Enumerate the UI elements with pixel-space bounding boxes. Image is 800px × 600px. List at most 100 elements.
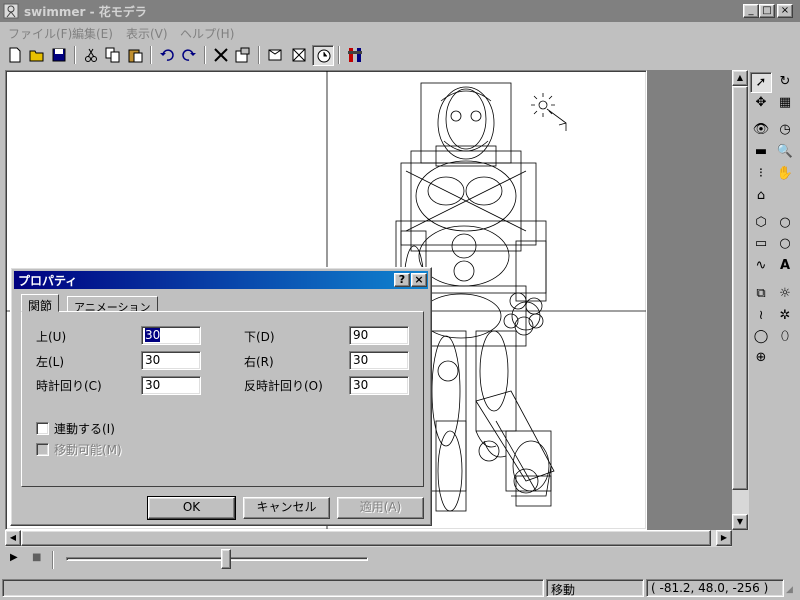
dialog-close-button[interactable]: × (411, 273, 427, 287)
horizontal-scrollbar[interactable]: ◀ ▶ (5, 530, 732, 547)
rotate-button[interactable]: ↻ (774, 72, 796, 93)
eye-button[interactable]: 👁 (750, 120, 772, 141)
zoom-button[interactable]: 🔍 (774, 142, 796, 163)
menu-edit[interactable]: 編集(E) (72, 25, 113, 42)
camera-icon: ⧉ (756, 286, 766, 301)
movable-checkbox (36, 443, 49, 456)
right-label: 右(R) (244, 355, 274, 369)
text-button[interactable]: A (774, 256, 796, 277)
joint-button[interactable]: ⁝ (750, 164, 772, 185)
tool-palette: ➚ ↻ ✥ ▦ 👁 ◷ ▬ 🔍 ⁝ ✋ ⌂ ⬡ ○ ▭ ○ ∿ A ⧉ ☼ ≀ … (750, 70, 800, 540)
circle-alt-button[interactable]: ○ (774, 234, 796, 255)
new-file-button[interactable] (4, 45, 26, 66)
text-icon: A (779, 258, 791, 273)
menu-help[interactable]: ヘルプ(H) (180, 25, 234, 42)
menu-file[interactable]: ファイル(F) (8, 25, 72, 42)
open-folder-icon (29, 50, 44, 62)
status-bar: 移動 ( -81.2, 48.0, -256 ) ◢ (0, 577, 800, 599)
cube-icon: ⬡ (755, 215, 767, 230)
hand-icon: ✋ (776, 166, 794, 181)
camera-button[interactable]: ⧉ (750, 284, 772, 305)
grid-icon: ▦ (778, 95, 792, 110)
right-input[interactable]: 30 (349, 351, 409, 370)
maximize-button[interactable]: □ (759, 4, 775, 18)
select-arrow-button[interactable]: ➚ (750, 72, 772, 93)
left-input[interactable]: 30 (141, 351, 201, 370)
ground-icon: ▬ (754, 144, 768, 159)
sun-icon: ☼ (779, 286, 791, 301)
open-button[interactable] (26, 45, 48, 66)
apply-button: 適用(A) (337, 497, 424, 519)
up-label: 上(U) (36, 330, 67, 344)
dialog-titlebar[interactable]: プロパティ ? × (14, 271, 428, 289)
status-message (2, 579, 544, 597)
rotate-icon: ↻ (779, 74, 791, 89)
ground-button[interactable]: ▬ (750, 142, 772, 163)
scroll-left-button[interactable]: ◀ (5, 530, 21, 546)
view-front-button[interactable] (264, 45, 286, 66)
ok-button[interactable]: OK (147, 496, 236, 520)
menu-view[interactable]: 表示(V) (126, 25, 168, 42)
view-frame-button[interactable] (288, 45, 310, 66)
save-button[interactable] (48, 45, 70, 66)
status-coords: ( -81.2, 48.0, -256 ) (646, 579, 784, 597)
clockwise-input[interactable]: 30 (141, 376, 201, 395)
resize-grip-icon[interactable]: ◢ (786, 585, 793, 595)
play-icon[interactable]: ▶ (10, 552, 18, 563)
ellipse-button[interactable]: ⬯ (774, 327, 796, 348)
sphere-button[interactable]: ◯ (750, 327, 772, 348)
cut-button[interactable] (80, 45, 102, 66)
rectangle-button[interactable]: ▭ (750, 234, 772, 255)
save-icon (52, 48, 66, 62)
spread-button[interactable]: ✲ (774, 306, 796, 327)
compass-icon: ◷ (779, 122, 791, 137)
clockwise-label: 時計回り(C) (36, 379, 102, 393)
tools-button[interactable] (344, 45, 366, 66)
tab-joint[interactable]: 関節 (21, 294, 60, 313)
timeline-slider-thumb[interactable] (221, 549, 232, 569)
circle-button[interactable]: ○ (774, 213, 796, 234)
cube-button[interactable]: ⬡ (750, 213, 772, 234)
curve-button[interactable]: ∿ (750, 256, 772, 277)
stop-icon[interactable]: ■ (32, 552, 41, 563)
add-button[interactable]: ⊕ (750, 348, 772, 369)
vertical-scrollbar[interactable]: ▲ ▼ (732, 70, 749, 530)
move-button[interactable]: ✥ (750, 93, 772, 114)
paste-button[interactable] (124, 45, 146, 66)
spread-icon: ✲ (779, 308, 791, 323)
light-button[interactable]: ☼ (774, 284, 796, 305)
link-checkbox[interactable] (36, 422, 49, 435)
app-icon (3, 3, 19, 19)
clock-button[interactable] (312, 45, 334, 66)
dialog-help-button[interactable]: ? (394, 273, 410, 287)
scroll-down-button[interactable]: ▼ (732, 514, 748, 530)
close-button[interactable]: × (777, 4, 793, 18)
down-input[interactable]: 90 (349, 326, 409, 345)
home-button[interactable]: ⌂ (750, 186, 772, 207)
tab-animation[interactable]: アニメーション (67, 296, 158, 314)
spring-icon: ≀ (758, 308, 764, 323)
timeline-slider-track[interactable] (66, 557, 368, 561)
window-titlebar[interactable]: swimmer - 花モデラ _ □ × (0, 0, 800, 22)
up-input[interactable]: 30 (141, 326, 201, 345)
delete-x-icon (214, 48, 228, 62)
undo-button[interactable] (156, 45, 178, 66)
copy-button[interactable] (102, 45, 124, 66)
undo-icon (160, 49, 174, 61)
delete-button[interactable] (210, 45, 232, 66)
pan-button[interactable]: ✋ (774, 164, 796, 185)
properties-button[interactable] (232, 45, 254, 66)
grid-button[interactable]: ▦ (774, 93, 796, 114)
vertical-scroll-thumb[interactable] (732, 86, 748, 490)
scroll-up-button[interactable]: ▲ (732, 70, 748, 86)
compass-button[interactable]: ◷ (774, 120, 796, 141)
scissors-icon (85, 48, 97, 62)
menu-bar: ファイル(F) 編集(E) 表示(V) ヘルプ(H) (0, 22, 800, 42)
scroll-right-button[interactable]: ▶ (716, 530, 732, 546)
redo-button[interactable] (178, 45, 200, 66)
counterclockwise-input[interactable]: 30 (349, 376, 409, 395)
horizontal-scroll-thumb[interactable] (21, 530, 711, 546)
cancel-button[interactable]: キャンセル (243, 497, 330, 519)
spring-button[interactable]: ≀ (750, 306, 772, 327)
minimize-button[interactable]: _ (743, 4, 759, 18)
